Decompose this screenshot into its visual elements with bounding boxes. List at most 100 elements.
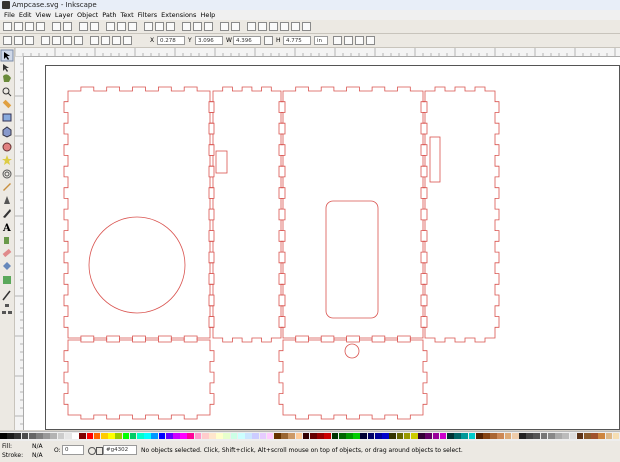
palette-swatch[interactable] xyxy=(410,433,418,439)
palette-swatch[interactable] xyxy=(0,433,7,439)
palette-swatch[interactable] xyxy=(173,433,180,439)
fill-stroke-icon[interactable] xyxy=(247,22,256,31)
save-icon[interactable] xyxy=(25,22,34,31)
palette-swatch[interactable] xyxy=(519,433,526,439)
lock-icon[interactable] xyxy=(96,447,103,455)
palette-swatch[interactable] xyxy=(403,433,411,439)
palette-swatch[interactable] xyxy=(432,433,440,439)
menu-help[interactable]: Help xyxy=(200,11,215,19)
palette-swatch[interactable] xyxy=(122,433,130,439)
palette-swatch[interactable] xyxy=(569,433,577,439)
deselect-icon[interactable] xyxy=(25,36,34,45)
vertical-ruler[interactable] xyxy=(15,55,24,430)
xml-editor-icon[interactable] xyxy=(269,22,278,31)
palette-swatch[interactable] xyxy=(504,433,512,439)
drawing-canvas[interactable] xyxy=(24,57,620,430)
palette-swatch[interactable] xyxy=(194,433,202,439)
align-distribute-icon[interactable] xyxy=(280,22,289,31)
text-font-icon[interactable] xyxy=(258,22,267,31)
palette-swatch[interactable] xyxy=(288,433,296,439)
palette-swatch[interactable] xyxy=(533,433,541,439)
print-icon[interactable] xyxy=(36,22,45,31)
palette-swatch[interactable] xyxy=(129,433,137,439)
palette-swatch[interactable] xyxy=(108,433,115,439)
lower-icon[interactable] xyxy=(112,36,121,45)
redo-icon[interactable] xyxy=(90,22,99,31)
menu-extensions[interactable]: Extensions xyxy=(161,11,196,19)
panel-bottom[interactable] xyxy=(63,335,215,420)
tweak-tool-icon[interactable] xyxy=(3,74,11,82)
palette-swatch[interactable] xyxy=(273,433,281,439)
zoom-page-icon[interactable] xyxy=(166,22,175,31)
horizontal-ruler[interactable] xyxy=(14,48,620,57)
switch-slot-left[interactable] xyxy=(215,150,228,174)
rect-tool-icon[interactable] xyxy=(2,113,12,122)
visibility-icon[interactable] xyxy=(88,447,96,455)
palette-swatch[interactable] xyxy=(36,433,43,439)
palette-swatch[interactable] xyxy=(439,433,447,439)
palette-swatch[interactable] xyxy=(317,433,324,439)
palette-swatch[interactable] xyxy=(446,433,454,439)
palette-swatch[interactable] xyxy=(252,433,260,439)
palette-swatch[interactable] xyxy=(209,433,216,439)
color-palette[interactable] xyxy=(0,431,620,441)
panel-side-right[interactable] xyxy=(420,86,500,343)
text-tool-icon[interactable]: A xyxy=(2,223,11,234)
palette-swatch[interactable] xyxy=(43,433,50,439)
palette-swatch[interactable] xyxy=(353,433,360,439)
dropper-tool-icon[interactable] xyxy=(2,290,11,301)
palette-swatch[interactable] xyxy=(331,433,339,439)
palette-swatch[interactable] xyxy=(374,433,382,439)
palette-swatch[interactable] xyxy=(396,433,404,439)
palette-swatch[interactable] xyxy=(57,433,65,439)
zoom-drawing-icon[interactable] xyxy=(155,22,164,31)
palette-swatch[interactable] xyxy=(115,433,123,439)
current-layer-select[interactable]: #g4302 xyxy=(103,445,137,455)
raise-icon[interactable] xyxy=(101,36,110,45)
star-tool-icon[interactable] xyxy=(2,155,12,165)
clone-icon[interactable] xyxy=(193,22,202,31)
raise-to-top-icon[interactable] xyxy=(90,36,99,45)
menu-layer[interactable]: Layer xyxy=(55,11,73,19)
palette-swatch[interactable] xyxy=(475,433,483,439)
eraser-tool-icon[interactable] xyxy=(2,248,12,258)
palette-swatch[interactable] xyxy=(7,433,14,439)
x-coordinate-field[interactable]: 0.278 xyxy=(157,36,185,45)
palette-swatch[interactable] xyxy=(468,433,476,439)
palette-swatch[interactable] xyxy=(324,433,332,439)
menu-text[interactable]: Text xyxy=(121,11,134,19)
lower-to-bottom-icon[interactable] xyxy=(123,36,132,45)
palette-swatch[interactable] xyxy=(79,433,86,439)
selector-tool-icon[interactable] xyxy=(0,49,14,62)
group-icon[interactable] xyxy=(220,22,229,31)
palette-swatch[interactable] xyxy=(281,433,288,439)
select-all-layers-icon[interactable] xyxy=(14,36,23,45)
palette-swatch[interactable] xyxy=(100,433,108,439)
rotate-ccw-icon[interactable] xyxy=(41,36,50,45)
palette-swatch[interactable] xyxy=(86,433,94,439)
palette-swatch[interactable] xyxy=(490,433,497,439)
palette-swatch[interactable] xyxy=(367,433,375,439)
menu-object[interactable]: Object xyxy=(77,11,98,19)
preferences-icon[interactable] xyxy=(291,22,300,31)
palette-swatch[interactable] xyxy=(158,433,166,439)
palette-swatch[interactable] xyxy=(461,433,469,439)
transform-gradients-icon[interactable] xyxy=(355,36,364,45)
export-icon[interactable] xyxy=(63,22,72,31)
measure-tool-icon[interactable] xyxy=(2,99,12,109)
palette-swatch[interactable] xyxy=(72,433,79,439)
opacity-field[interactable]: 0 xyxy=(62,445,84,455)
ellipse-tool-icon[interactable] xyxy=(2,142,12,152)
palette-swatch[interactable] xyxy=(576,433,584,439)
panel-back[interactable] xyxy=(278,86,428,343)
palette-swatch[interactable] xyxy=(201,433,209,439)
palette-swatch[interactable] xyxy=(540,433,548,439)
palette-swatch[interactable] xyxy=(223,433,231,439)
unlink-clone-icon[interactable] xyxy=(204,22,213,31)
copy-icon[interactable] xyxy=(106,22,115,31)
undo-icon[interactable] xyxy=(79,22,88,31)
spiral-tool-icon[interactable] xyxy=(2,169,12,179)
palette-swatch[interactable] xyxy=(454,433,461,439)
palette-swatch[interactable] xyxy=(338,433,346,439)
display-cutout[interactable] xyxy=(325,200,379,319)
